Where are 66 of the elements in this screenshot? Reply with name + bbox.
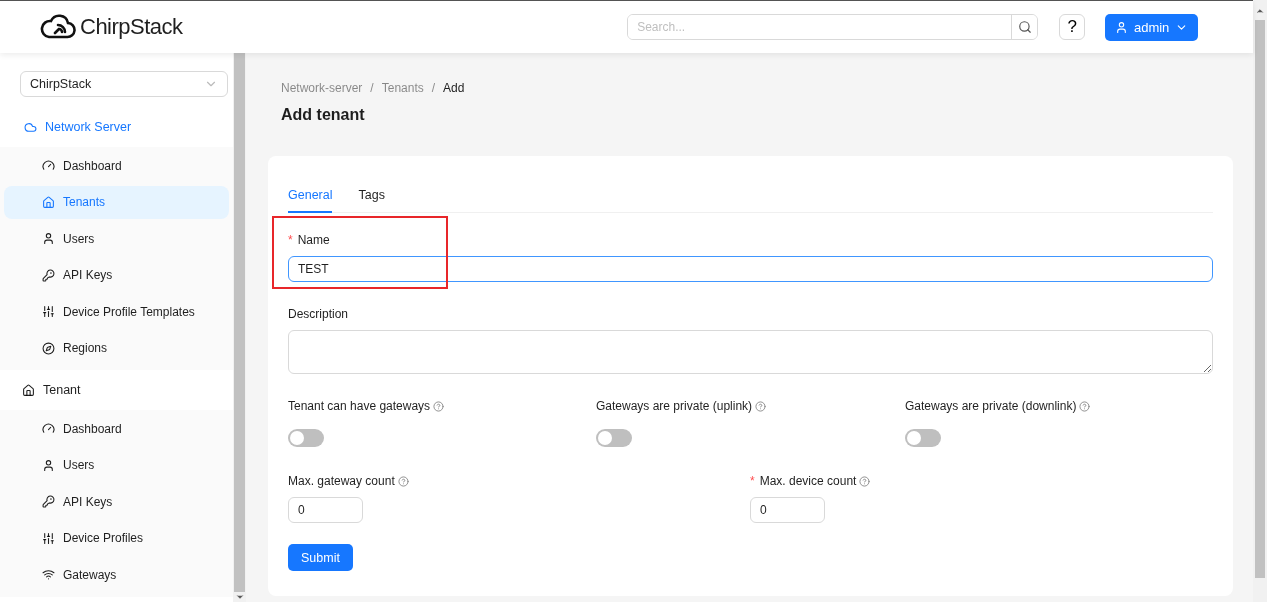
sidebar-item[interactable]: API Keys bbox=[4, 485, 229, 518]
submit-button[interactable]: Submit bbox=[288, 544, 353, 571]
cloud-icon bbox=[24, 120, 37, 134]
house-icon bbox=[42, 195, 55, 209]
toggle-switch[interactable] bbox=[905, 429, 941, 447]
field-label: Tenant can have gateways bbox=[288, 399, 431, 413]
sidebar-item[interactable]: API Keys bbox=[4, 258, 229, 292]
breadcrumb-separator: / bbox=[431, 81, 436, 95]
field-label: Description bbox=[288, 306, 350, 323]
breadcrumb-item: Add bbox=[443, 81, 465, 95]
scrollbar-thumb[interactable] bbox=[1255, 20, 1266, 578]
sidebar-item[interactable]: Dashboard bbox=[4, 412, 229, 445]
key-icon bbox=[42, 268, 55, 282]
house-icon bbox=[22, 383, 35, 397]
field-label: Name bbox=[297, 233, 330, 247]
help-icon bbox=[755, 400, 767, 412]
key-icon bbox=[42, 495, 55, 508]
user-icon bbox=[42, 232, 55, 245]
wifi-icon bbox=[42, 568, 55, 581]
field-label: Max. gateway count bbox=[288, 474, 395, 488]
tab[interactable]: Tags bbox=[358, 184, 385, 213]
sidebar-item[interactable]: Users bbox=[4, 222, 229, 255]
user-icon bbox=[1114, 20, 1128, 34]
user-menu-button[interactable]: admin bbox=[1105, 13, 1199, 41]
help-icon bbox=[397, 475, 409, 487]
help-icon bbox=[1079, 400, 1091, 412]
search-icon bbox=[1017, 20, 1032, 34]
input-field[interactable]: TEST bbox=[288, 256, 1214, 282]
sidebar-item[interactable]: Gateways bbox=[4, 558, 229, 591]
field-label: Gateways are private (uplink) bbox=[596, 399, 753, 413]
sidebar-item[interactable]: Tenants bbox=[4, 185, 229, 219]
textarea-field[interactable] bbox=[288, 330, 1214, 374]
sidebar-item[interactable]: Device Profiles bbox=[4, 521, 229, 555]
user-icon bbox=[42, 458, 55, 472]
sliders-icon bbox=[42, 531, 55, 545]
tenant-select[interactable]: ChirpStack bbox=[20, 71, 228, 97]
input-field[interactable]: 0 bbox=[288, 497, 363, 523]
scroll-up-icon[interactable] bbox=[1255, 6, 1266, 16]
input-field[interactable]: 0 bbox=[750, 497, 825, 523]
logo-icon bbox=[40, 13, 76, 41]
gauge-icon bbox=[42, 422, 55, 435]
sidebar-section[interactable]: Tenant bbox=[0, 370, 233, 410]
toggle-switch[interactable] bbox=[596, 429, 632, 447]
required-mark: * bbox=[750, 474, 755, 488]
page-title: Add tenant bbox=[281, 106, 366, 124]
sidebar-item[interactable]: Users bbox=[4, 448, 229, 482]
required-mark: * bbox=[288, 233, 293, 247]
field-label: Max. device count bbox=[759, 474, 857, 488]
help-button[interactable]: ? bbox=[1059, 14, 1086, 40]
gauge-icon bbox=[42, 159, 55, 172]
sidebar-item[interactable]: Device Profile Templates bbox=[4, 295, 229, 328]
search-button[interactable] bbox=[1011, 15, 1038, 39]
help-icon bbox=[859, 475, 871, 487]
sidebar-item[interactable]: Dashboard bbox=[4, 149, 229, 182]
help-icon bbox=[433, 400, 445, 412]
sidebar-section[interactable]: Network Server bbox=[0, 107, 233, 147]
breadcrumb-separator: / bbox=[370, 81, 374, 95]
toggle-switch[interactable] bbox=[288, 429, 324, 447]
sidebar-item[interactable]: Regions bbox=[4, 331, 229, 365]
scroll-down-icon[interactable] bbox=[234, 592, 245, 602]
logo-text: ChirpStack bbox=[80, 14, 183, 40]
scrollbar-thumb[interactable] bbox=[234, 53, 245, 592]
sliders-icon bbox=[42, 305, 55, 318]
field-label: Gateways are private (downlink) bbox=[905, 399, 1077, 413]
tab[interactable]: General bbox=[288, 184, 333, 213]
compass-icon bbox=[42, 341, 55, 355]
